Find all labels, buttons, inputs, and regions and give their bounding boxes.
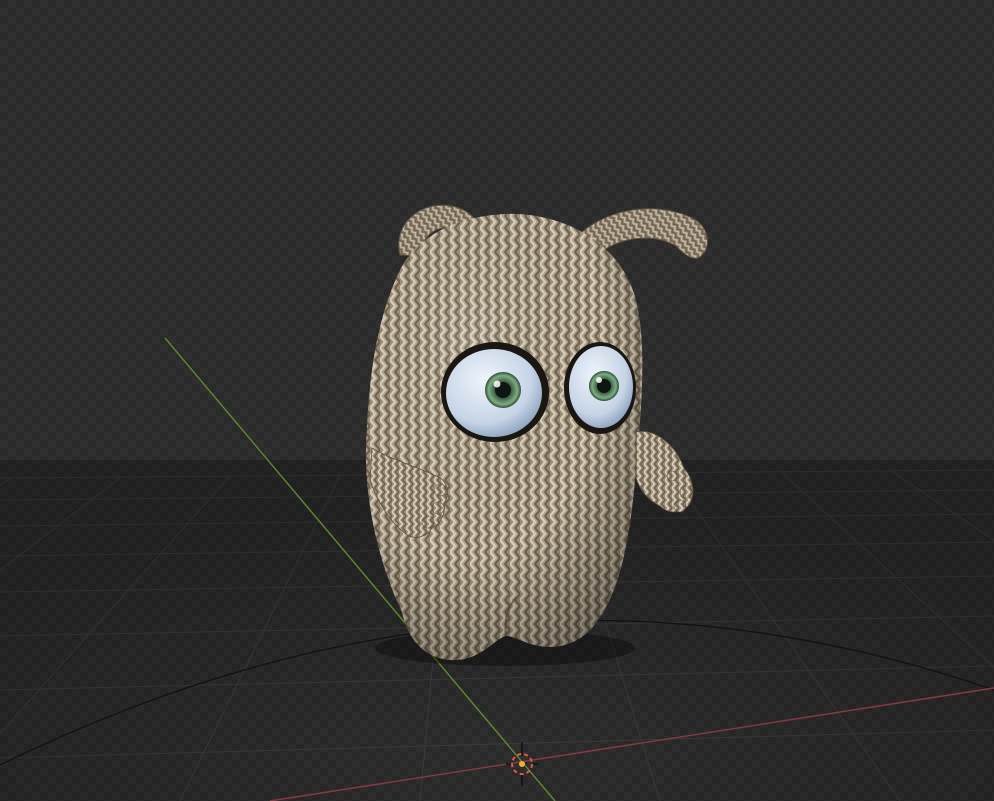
left-finger — [431, 501, 445, 515]
right-finger — [666, 470, 678, 482]
right-finger — [673, 499, 687, 513]
right-finger — [679, 485, 693, 499]
left-finger — [421, 515, 435, 529]
3d-viewport[interactable] — [0, 0, 994, 801]
viewport-scene — [0, 204, 994, 801]
left-eye — [441, 342, 549, 442]
left-finger — [433, 483, 447, 497]
right-eye — [564, 342, 636, 434]
